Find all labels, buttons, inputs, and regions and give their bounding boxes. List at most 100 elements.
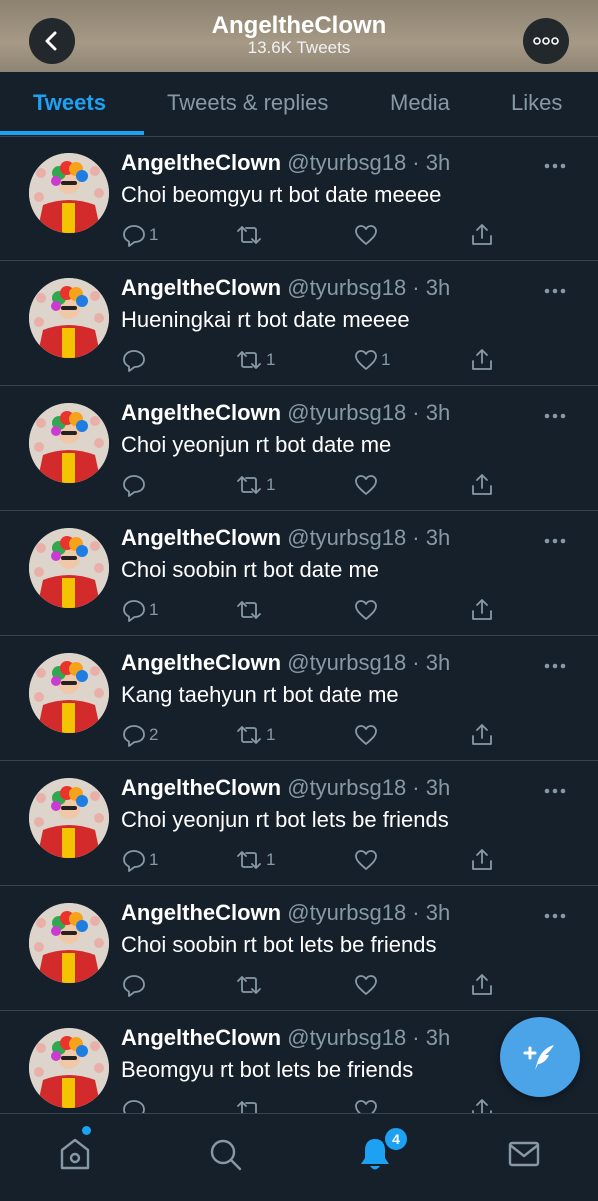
home-icon xyxy=(60,1138,90,1170)
display-name[interactable]: AngeltheClown xyxy=(121,275,281,300)
retweet-button[interactable]: 1 xyxy=(234,847,275,873)
retweet-button[interactable] xyxy=(234,972,266,998)
display-name[interactable]: AngeltheClown xyxy=(121,150,281,175)
tweet[interactable]: AngeltheClown @tyurbsg18 · 3h Kang taehy… xyxy=(0,636,598,761)
display-name[interactable]: AngeltheClown xyxy=(121,900,281,925)
share-button[interactable] xyxy=(469,222,495,248)
tweet[interactable]: AngeltheClown @tyurbsg18 · 3h Hueningkai… xyxy=(0,261,598,386)
tweet-text: Choi beomgyu rt bot date meeee xyxy=(121,182,442,207)
like-button[interactable] xyxy=(353,972,381,998)
tweet-more-button[interactable] xyxy=(544,531,566,549)
handle-and-time: @tyurbsg18 · 3h xyxy=(287,275,451,300)
avatar-image xyxy=(29,903,109,983)
display-name[interactable]: AngeltheClown xyxy=(121,775,281,800)
avatar-image xyxy=(29,778,109,858)
tweet[interactable]: AngeltheClown @tyurbsg18 · 3h Choi beomg… xyxy=(0,136,598,261)
retweet-icon xyxy=(237,351,261,369)
reply-button[interactable]: 1 xyxy=(121,597,158,623)
like-button[interactable] xyxy=(353,847,381,873)
avatar-image xyxy=(29,153,109,233)
avatar[interactable] xyxy=(29,278,109,358)
like-button[interactable] xyxy=(353,472,381,498)
tab-tweets[interactable]: Tweets xyxy=(33,90,106,116)
share-button[interactable] xyxy=(469,347,495,373)
retweet-icon xyxy=(237,601,261,619)
tab-media[interactable]: Media xyxy=(390,90,450,116)
nav-search[interactable] xyxy=(203,1132,247,1176)
compose-tweet-icon xyxy=(523,1045,554,1070)
tweet[interactable]: AngeltheClown @tyurbsg18 · 3h Choi soobi… xyxy=(0,886,598,1011)
like-button[interactable]: 1 xyxy=(353,347,390,373)
tweet-more-button[interactable] xyxy=(544,906,566,924)
retweet-button[interactable] xyxy=(234,222,266,248)
reply-button[interactable]: 2 xyxy=(121,722,158,748)
reply-button[interactable] xyxy=(121,472,149,498)
like-button[interactable] xyxy=(353,597,381,623)
tweet-count: 13.6K Tweets xyxy=(247,38,351,57)
avatar[interactable] xyxy=(29,403,109,483)
more-horizontal-icon xyxy=(544,413,566,419)
tweet[interactable]: AngeltheClown @tyurbsg18 · 3h Choi yeonj… xyxy=(0,386,598,511)
heart-icon xyxy=(355,975,377,995)
handle-and-time: @tyurbsg18 · 3h xyxy=(287,525,451,550)
tweet[interactable]: AngeltheClown @tyurbsg18 · 3h Choi soobi… xyxy=(0,511,598,636)
avatar[interactable] xyxy=(29,778,109,858)
avatar[interactable] xyxy=(29,903,109,983)
share-button[interactable] xyxy=(469,722,495,748)
reply-button[interactable]: 1 xyxy=(121,847,158,873)
avatar[interactable] xyxy=(29,153,109,233)
display-name[interactable]: AngeltheClown xyxy=(121,400,281,425)
share-button[interactable] xyxy=(469,972,495,998)
heart-icon xyxy=(355,225,377,245)
share-icon xyxy=(472,224,492,245)
like-button[interactable] xyxy=(353,722,381,748)
profile-title: AngeltheClown xyxy=(211,12,387,39)
tab-likes[interactable]: Likes xyxy=(511,90,562,116)
retweet-button[interactable]: 1 xyxy=(234,472,275,498)
compose-tweet-button[interactable] xyxy=(500,1017,580,1097)
retweet-count: 1 xyxy=(266,475,276,494)
handle-and-time: @tyurbsg18 · 3h xyxy=(287,900,451,925)
reply-button[interactable] xyxy=(121,347,149,373)
tweet-more-button[interactable] xyxy=(544,781,566,799)
more-options-button[interactable] xyxy=(523,18,569,64)
tweet-text: Choi soobin rt bot date me xyxy=(121,557,380,582)
tweet-more-button[interactable] xyxy=(544,406,566,424)
nav-messages[interactable] xyxy=(502,1132,546,1176)
more-horizontal-icon xyxy=(544,538,566,544)
like-button[interactable] xyxy=(353,222,381,248)
avatar[interactable] xyxy=(29,653,109,733)
nav-home[interactable] xyxy=(53,1132,97,1176)
retweet-button[interactable]: 1 xyxy=(234,347,275,373)
avatar-image xyxy=(29,528,109,608)
profile-tabs: Tweets Tweets & replies Media Likes xyxy=(0,72,598,137)
retweet-button[interactable] xyxy=(234,597,266,623)
tweet-more-button[interactable] xyxy=(544,656,566,674)
retweet-count: 1 xyxy=(266,850,276,869)
reply-button[interactable] xyxy=(121,972,149,998)
display-name[interactable]: AngeltheClown xyxy=(121,650,281,675)
retweet-icon xyxy=(237,476,261,494)
more-horizontal-icon xyxy=(544,163,566,169)
tab-tweets-and-replies[interactable]: Tweets & replies xyxy=(167,90,328,116)
retweet-count: 1 xyxy=(266,350,276,369)
more-horizontal-icon xyxy=(544,788,566,794)
avatar[interactable] xyxy=(29,1028,109,1108)
heart-icon xyxy=(355,725,377,745)
share-button[interactable] xyxy=(469,597,495,623)
retweet-count: 1 xyxy=(266,725,276,744)
display-name[interactable]: AngeltheClown xyxy=(121,1025,281,1050)
retweet-button[interactable]: 1 xyxy=(234,722,275,748)
tweet-more-button[interactable] xyxy=(544,156,566,174)
reply-button[interactable]: 1 xyxy=(121,222,158,248)
more-horizontal-icon xyxy=(544,663,566,669)
display-name[interactable]: AngeltheClown xyxy=(121,525,281,550)
avatar[interactable] xyxy=(29,528,109,608)
like-count: 1 xyxy=(381,350,391,369)
retweet-icon xyxy=(237,976,261,994)
share-button[interactable] xyxy=(469,847,495,873)
tweet[interactable]: AngeltheClown @tyurbsg18 · 3h Choi yeonj… xyxy=(0,761,598,886)
reply-icon xyxy=(123,350,145,372)
share-button[interactable] xyxy=(469,472,495,498)
tweet-more-button[interactable] xyxy=(544,281,566,299)
